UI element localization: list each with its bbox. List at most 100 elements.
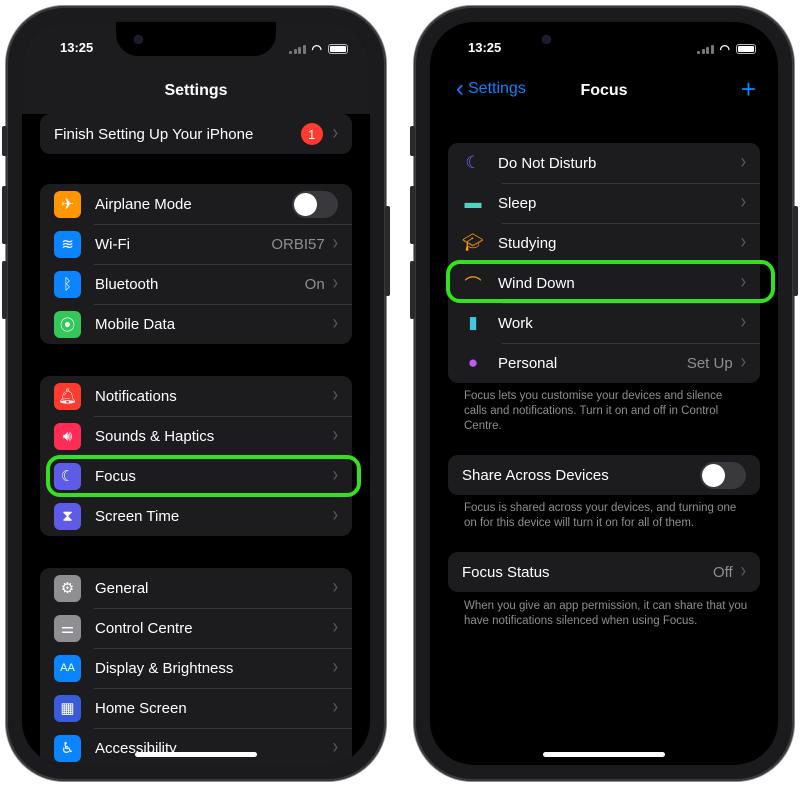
left-phone-frame: 13:25 ◠ Settings Finish Setting Up Your …: [2, 6, 390, 781]
text-size-icon: AA: [54, 654, 81, 682]
chevron-right-icon: ›: [740, 351, 746, 374]
wifi-status-icon: ◠: [311, 42, 322, 56]
status-time: 13:25: [60, 40, 94, 55]
settings-row-notifications[interactable]: 🔔︎ Notifications ›: [40, 376, 352, 416]
settings-row-mobile-data[interactable]: ⦿ Mobile Data ›: [40, 304, 352, 344]
page-title: Settings: [164, 82, 228, 99]
antenna-icon: ⦿: [54, 310, 81, 338]
row-label: Studying: [498, 234, 557, 252]
connectivity-group: ✈ Airplane Mode ≋ Wi-Fi ORBI57 › ᛒ Bluetooth On ›…: [40, 184, 352, 344]
chevron-right-icon: ›: [332, 122, 338, 145]
chevron-right-icon: ›: [740, 271, 746, 294]
settings-row-accessibility[interactable]: ♿︎ Accessibility ›: [40, 728, 352, 765]
moon-icon: ☾: [465, 153, 481, 172]
chevron-right-icon: ›: [332, 384, 338, 407]
side-button: [385, 206, 390, 296]
share-toggle[interactable]: [700, 461, 746, 489]
settings-row-airplane-mode[interactable]: ✈ Airplane Mode: [40, 184, 352, 224]
settings-row-display-brightness[interactable]: AA Display & Brightness ›: [40, 648, 352, 688]
settings-row-screen-time[interactable]: ⧗ Screen Time ›: [40, 496, 352, 536]
row-label: Notifications: [95, 387, 177, 405]
finish-setup-row[interactable]: Finish Setting Up Your iPhone 1 ›: [40, 114, 352, 154]
settings-row-control-centre[interactable]: ⚌ Control Centre ›: [40, 608, 352, 648]
focus-status-row[interactable]: Focus Status Off ›: [448, 552, 760, 592]
settings-row-sleep[interactable]: ▬ Sleep ›: [448, 183, 760, 223]
airplane-icon: ✈: [54, 190, 81, 218]
bluetooth-icon: ᛒ: [54, 270, 81, 298]
silent-switch: [2, 126, 7, 156]
row-label: Screen Time: [95, 507, 180, 525]
settings-row-do-not-disturb[interactable]: ☾ Do Not Disturb ›: [448, 143, 760, 183]
volume-down-button: [410, 261, 415, 319]
settings-row-personal[interactable]: ● Personal Set Up ›: [448, 343, 760, 383]
volume-up-button: [2, 186, 7, 244]
home-indicator: [135, 752, 257, 757]
row-label: Focus: [95, 467, 136, 485]
row-label: Sleep: [498, 194, 537, 212]
row-value: Set Up: [686, 354, 733, 372]
chevron-right-icon: ›: [332, 504, 338, 527]
add-focus-button[interactable]: +: [741, 74, 756, 105]
notifications-group: 🔔︎ Notifications › 🔊︎ Sounds & Haptics › ☾ Focu…: [40, 376, 352, 536]
row-value: ORBI57: [271, 235, 325, 253]
settings-row-wind-down[interactable]: ⌒ Wind Down ›: [448, 263, 760, 303]
chevron-right-icon: ›: [332, 424, 338, 447]
status-footer: When you give an app permission, it can …: [464, 600, 748, 627]
chevron-right-icon: ›: [740, 191, 746, 214]
settings-row-work[interactable]: ▮ Work ›: [448, 303, 760, 343]
row-label: Bluetooth: [95, 275, 159, 293]
status-bar: 13:25 ◠: [430, 40, 778, 58]
status-time: 13:25: [468, 40, 502, 55]
row-label: Home Screen: [95, 699, 187, 717]
grid-icon: ▦: [54, 694, 81, 722]
row-label: Sounds & Haptics: [95, 427, 215, 445]
settings-row-home-screen[interactable]: ▦ Home Screen ›: [40, 688, 352, 728]
volume-up-button: [410, 186, 415, 244]
settings-row-wi-fi[interactable]: ≋ Wi-Fi ORBI57 ›: [40, 224, 352, 264]
speaker-icon: 🔊︎: [54, 422, 81, 450]
settings-row-studying[interactable]: 🎓︎ Studying ›: [448, 223, 760, 263]
cellular-signal-icon: [289, 44, 306, 54]
status-group: Focus Status Off ›: [448, 552, 760, 592]
row-label: General: [95, 579, 149, 597]
focus-screen: 13:25 ◠ ‹ Settings Focus + ☾ Do Not Distu…: [430, 22, 778, 765]
general-group: ⚙ General › ⚌ Control Centre › AA Display & Bri…: [40, 568, 352, 765]
settings-screen: 13:25 ◠ Settings Finish Setting Up Your …: [22, 22, 370, 765]
settings-row-sounds-haptics[interactable]: 🔊︎ Sounds & Haptics ›: [40, 416, 352, 456]
chevron-right-icon: ›: [332, 576, 338, 599]
id-badge-icon: ▮: [468, 313, 478, 332]
settings-row-focus[interactable]: ☾ Focus ›: [40, 456, 352, 496]
row-label: Wi-Fi: [95, 235, 130, 253]
person-icon: ●: [467, 353, 479, 372]
bell-icon: 🔔︎: [54, 382, 81, 410]
chevron-right-icon: ›: [740, 151, 746, 174]
wifi-status-icon: ◠: [719, 42, 730, 56]
silent-switch: [410, 126, 415, 156]
row-label: Mobile Data: [95, 315, 176, 333]
toggle-switch[interactable]: [292, 190, 338, 218]
moon-icon: ☾: [54, 462, 81, 490]
cellular-signal-icon: [697, 44, 714, 54]
chevron-right-icon: ›: [332, 312, 338, 335]
row-label: Personal: [498, 354, 558, 372]
row-label: Airplane Mode: [95, 195, 192, 213]
switches-icon: ⚌: [54, 614, 81, 642]
chevron-right-icon: ›: [332, 696, 338, 719]
notification-badge: 1: [300, 123, 323, 145]
settings-row-bluetooth[interactable]: ᛒ Bluetooth On ›: [40, 264, 352, 304]
finish-setup-label: Finish Setting Up Your iPhone: [54, 125, 254, 143]
wifi-icon: ≋: [54, 230, 81, 258]
side-button: [793, 206, 798, 296]
focus-status-value: Off: [712, 563, 733, 581]
gear-icon: ⚙: [54, 574, 81, 602]
setup-group: Finish Setting Up Your iPhone 1 ›: [40, 114, 352, 154]
focus-modes-group: ☾ Do Not Disturb › ▬ Sleep › 🎓︎ Studying › ⌒ Wind …: [448, 143, 760, 383]
hourglass-icon: ⧗: [54, 502, 81, 530]
focus-status-label: Focus Status: [462, 563, 550, 581]
chevron-right-icon: ›: [332, 736, 338, 759]
chevron-right-icon: ›: [740, 560, 746, 583]
settings-row-general[interactable]: ⚙ General ›: [40, 568, 352, 608]
page-title: Focus: [580, 82, 628, 99]
share-group: Share Across Devices: [448, 455, 760, 495]
chevron-right-icon: ›: [740, 311, 746, 334]
